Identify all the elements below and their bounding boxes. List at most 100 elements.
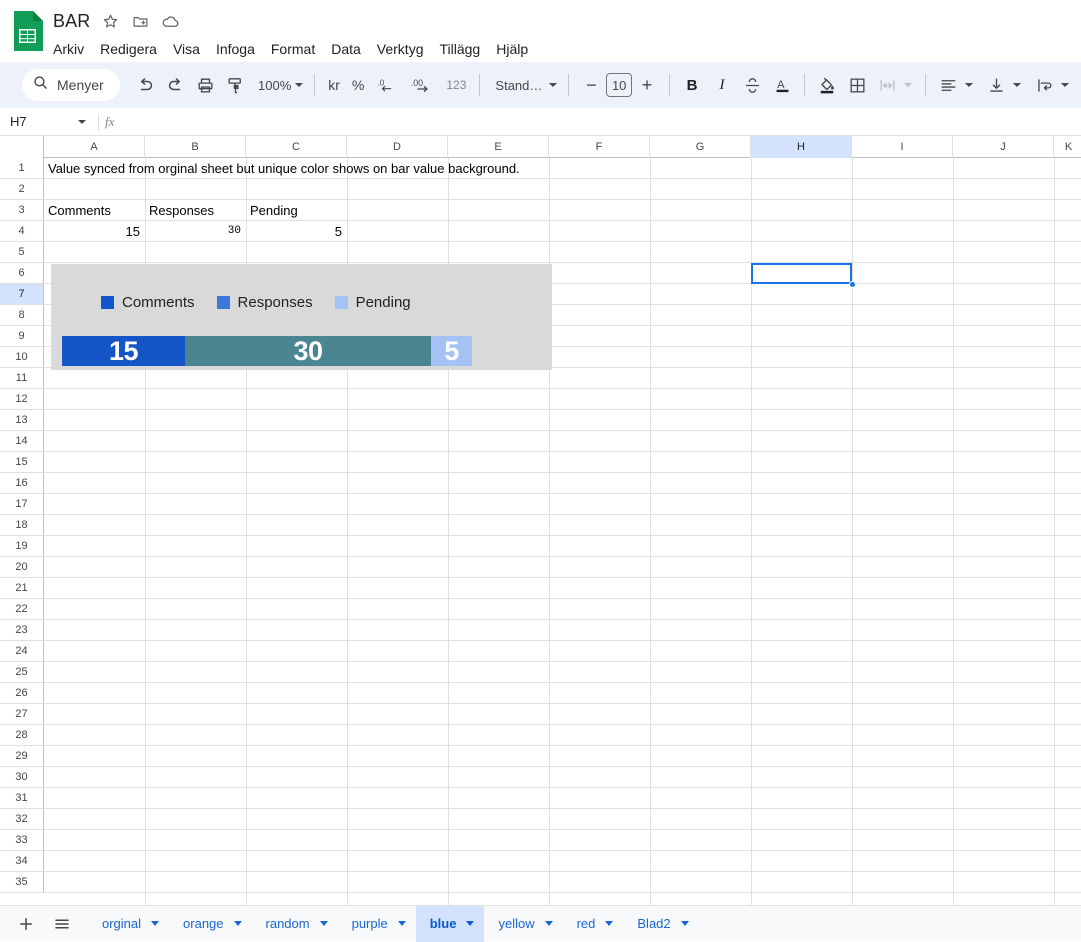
row-header-1[interactable]: 1: [0, 158, 44, 179]
row-header-10[interactable]: 10: [0, 347, 44, 368]
column-header-f[interactable]: F: [549, 136, 650, 158]
menu-hjalp[interactable]: Hjälp: [496, 38, 536, 60]
column-header-e[interactable]: E: [448, 136, 549, 158]
sheet-tab-random[interactable]: random: [252, 906, 338, 942]
row-header-35[interactable]: 35: [0, 872, 44, 893]
row-header-32[interactable]: 32: [0, 809, 44, 830]
row-header-11[interactable]: 11: [0, 368, 44, 389]
fill-handle[interactable]: [849, 281, 856, 288]
select-all-corner[interactable]: [0, 136, 44, 158]
chevron-down-icon[interactable]: [605, 921, 613, 926]
all-sheets-button[interactable]: [44, 906, 80, 942]
sheet-tab-purple[interactable]: purple: [338, 906, 416, 942]
menu-visa[interactable]: Visa: [173, 38, 208, 60]
row-header-9[interactable]: 9: [0, 326, 44, 347]
undo-button[interactable]: [130, 70, 160, 100]
row-header-4[interactable]: 4: [0, 221, 44, 242]
borders-button[interactable]: [842, 70, 872, 100]
move-to-folder-icon[interactable]: [128, 9, 152, 33]
row-header-19[interactable]: 19: [0, 536, 44, 557]
row-header-7[interactable]: 7: [0, 284, 44, 305]
sheet-tab-yellow[interactable]: yellow: [484, 906, 562, 942]
decrease-decimal-button[interactable]: .0: [370, 70, 404, 100]
row-header-22[interactable]: 22: [0, 599, 44, 620]
sheet-tab-red[interactable]: red: [563, 906, 624, 942]
chevron-down-icon[interactable]: [965, 83, 973, 87]
chevron-down-icon[interactable]: [234, 921, 242, 926]
chevron-down-icon[interactable]: [681, 921, 689, 926]
row-header-27[interactable]: 27: [0, 704, 44, 725]
cell-c4[interactable]: 5: [246, 221, 342, 242]
row-header-16[interactable]: 16: [0, 473, 44, 494]
add-sheet-button[interactable]: [8, 906, 44, 942]
row-header-14[interactable]: 14: [0, 431, 44, 452]
row-header-24[interactable]: 24: [0, 641, 44, 662]
chevron-down-icon[interactable]: [466, 921, 474, 926]
column-header-h[interactable]: H: [751, 136, 852, 158]
column-header-k[interactable]: K: [1054, 136, 1081, 158]
bold-button[interactable]: B: [677, 70, 707, 100]
text-wrapping-button[interactable]: [1029, 70, 1059, 100]
column-header-d[interactable]: D: [347, 136, 448, 158]
row-header-18[interactable]: 18: [0, 515, 44, 536]
redo-button[interactable]: [160, 70, 190, 100]
row-header-2[interactable]: 2: [0, 179, 44, 200]
fill-color-button[interactable]: [812, 70, 842, 100]
document-title[interactable]: BAR: [53, 8, 98, 34]
row-header-28[interactable]: 28: [0, 725, 44, 746]
cloud-saved-icon[interactable]: [158, 9, 182, 33]
row-header-3[interactable]: 3: [0, 200, 44, 221]
vertical-align-button[interactable]: [981, 70, 1011, 100]
name-box[interactable]: H7: [0, 108, 96, 135]
search-menus-box[interactable]: Menyer: [22, 69, 120, 101]
italic-button[interactable]: I: [707, 70, 737, 100]
row-header-30[interactable]: 30: [0, 767, 44, 788]
row-header-33[interactable]: 33: [0, 830, 44, 851]
horizontal-align-button[interactable]: [933, 70, 963, 100]
column-header-g[interactable]: G: [650, 136, 751, 158]
row-header-31[interactable]: 31: [0, 788, 44, 809]
merge-cells-button[interactable]: [872, 70, 902, 100]
row-header-25[interactable]: 25: [0, 662, 44, 683]
menu-arkiv[interactable]: Arkiv: [53, 38, 92, 60]
star-icon[interactable]: [98, 9, 122, 33]
currency-format-button[interactable]: kr: [322, 70, 346, 100]
menu-infoga[interactable]: Infoga: [216, 38, 263, 60]
font-size-input[interactable]: 10: [606, 73, 632, 97]
row-header-12[interactable]: 12: [0, 389, 44, 410]
row-header-20[interactable]: 20: [0, 557, 44, 578]
chevron-down-icon[interactable]: [545, 921, 553, 926]
row-header-26[interactable]: 26: [0, 683, 44, 704]
column-header-c[interactable]: C: [246, 136, 347, 158]
sheet-tab-orginal[interactable]: orginal: [88, 906, 169, 942]
menu-data[interactable]: Data: [331, 38, 369, 60]
chevron-down-icon[interactable]: [398, 921, 406, 926]
menu-format[interactable]: Format: [271, 38, 323, 60]
selected-cell-h7[interactable]: [751, 263, 852, 284]
chevron-down-icon[interactable]: [78, 120, 86, 124]
sheet-tab-blue[interactable]: blue: [416, 906, 485, 942]
bar-chart[interactable]: Comments Responses Pending 15305: [51, 264, 552, 370]
row-header-21[interactable]: 21: [0, 578, 44, 599]
print-button[interactable]: [190, 70, 220, 100]
column-header-a[interactable]: A: [44, 136, 145, 158]
cell-a4[interactable]: 15: [44, 221, 140, 242]
row-header-29[interactable]: 29: [0, 746, 44, 767]
increase-decimal-button[interactable]: .00: [404, 70, 440, 100]
row-header-13[interactable]: 13: [0, 410, 44, 431]
row-header-15[interactable]: 15: [0, 452, 44, 473]
cell-b4[interactable]: 30: [145, 221, 241, 242]
menu-tillagg[interactable]: Tillägg: [440, 38, 489, 60]
column-header-j[interactable]: J: [953, 136, 1054, 158]
menu-redigera[interactable]: Redigera: [100, 38, 165, 60]
row-header-34[interactable]: 34: [0, 851, 44, 872]
chevron-down-icon[interactable]: [1013, 83, 1021, 87]
chevron-down-icon[interactable]: [904, 83, 912, 87]
row-header-8[interactable]: 8: [0, 305, 44, 326]
cells-area[interactable]: Value synced from orginal sheet but uniq…: [44, 158, 1081, 905]
row-header-23[interactable]: 23: [0, 620, 44, 641]
column-header-i[interactable]: I: [852, 136, 953, 158]
cell-c3[interactable]: Pending: [250, 200, 298, 221]
font-family-selector[interactable]: Stand…: [487, 70, 561, 100]
cell-a1[interactable]: Value synced from orginal sheet but uniq…: [48, 158, 520, 179]
